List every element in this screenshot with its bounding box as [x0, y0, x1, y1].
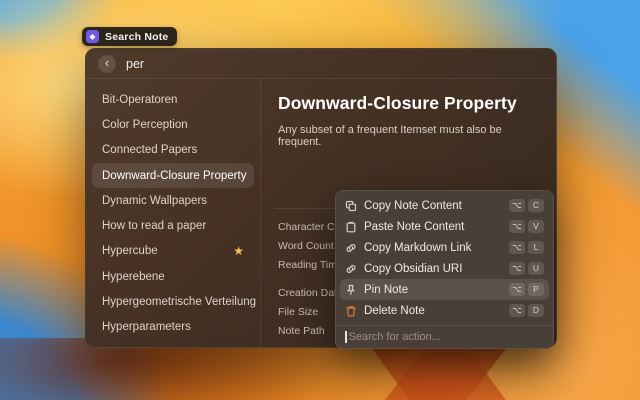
menu-item-label: Pin Note — [364, 284, 408, 296]
sidebar-item-hyperebene[interactable]: Hyperebene — [92, 264, 254, 289]
menu-item-label: Copy Markdown Link — [364, 242, 471, 254]
sidebar-item-label: Dynamic Wallpapers — [102, 195, 207, 207]
star-icon: ★ — [233, 245, 244, 257]
link-icon — [345, 263, 357, 275]
sidebar-item-bit-operatoren[interactable]: Bit-Operatoren — [92, 87, 254, 112]
sidebar-item-hyperparameters[interactable]: Hyperparameters — [92, 315, 254, 340]
action-search-input[interactable]: Search for action... — [336, 326, 553, 348]
sidebar-item-connected-papers[interactable]: Connected Papers — [92, 138, 254, 163]
action-search-placeholder: Search for action... — [349, 331, 441, 343]
clipboard-icon — [345, 221, 357, 233]
keycap-letter: U — [528, 262, 544, 275]
obsidian-icon: ◆ — [86, 30, 99, 43]
keycap-letter: C — [528, 199, 544, 212]
command-title-badge: ◆ Search Note — [82, 27, 177, 46]
shortcut-keys: ⌥ U — [509, 262, 544, 275]
notes-sidebar: Bit-Operatoren Color Perception Connecte… — [86, 79, 261, 348]
sidebar-item-label: Hypergeometrische Verteilung — [102, 296, 256, 308]
keycap-letter: L — [528, 241, 544, 254]
text-cursor — [345, 331, 347, 343]
menu-item-label: Copy Note Content — [364, 200, 462, 212]
menu-item-copy-obsidian-uri[interactable]: Copy Obsidian URI ⌥ U — [340, 258, 549, 279]
sidebar-item-how-to-read-a-paper[interactable]: How to read a paper — [92, 213, 254, 238]
sidebar-item-label: Connected Papers — [102, 144, 197, 156]
keycap-letter: P — [528, 283, 544, 296]
menu-item-copy-markdown-link[interactable]: Copy Markdown Link ⌥ L — [340, 237, 549, 258]
sidebar-item-label: Color Perception — [102, 119, 188, 131]
sidebar-item-dynamic-wallpapers[interactable]: Dynamic Wallpapers — [92, 188, 254, 213]
sidebar-item-downward-closure-property[interactable]: Downward-Closure Property — [92, 163, 254, 188]
search-bar: ‹ per — [86, 49, 556, 79]
action-menu-items: Copy Note Content ⌥ C Paste Note Content… — [336, 191, 553, 325]
search-input[interactable]: per — [126, 57, 144, 71]
keycap-option: ⌥ — [509, 199, 525, 212]
keycap-option: ⌥ — [509, 283, 525, 296]
shortcut-keys: ⌥ C — [509, 199, 544, 212]
sidebar-item-label: Hyperebene — [102, 271, 165, 283]
copy-icon — [345, 200, 357, 212]
keycap-option: ⌥ — [509, 220, 525, 233]
shortcut-keys: ⌥ V — [509, 220, 544, 233]
menu-item-paste-note-content[interactable]: Paste Note Content ⌥ V — [340, 216, 549, 237]
menu-item-label: Paste Note Content — [364, 221, 464, 233]
menu-item-copy-note-content[interactable]: Copy Note Content ⌥ C — [340, 195, 549, 216]
badge-label: Search Note — [105, 31, 168, 43]
menu-item-label: Copy Obsidian URI — [364, 263, 462, 275]
pin-icon — [345, 284, 357, 296]
sidebar-item-hypergeometrische-verteilung[interactable]: Hypergeometrische Verteilung — [92, 289, 254, 314]
sidebar-item-label: How to read a paper — [102, 220, 206, 232]
keycap-option: ⌥ — [509, 262, 525, 275]
sidebar-item-hypercube[interactable]: Hypercube ★ — [92, 239, 254, 264]
note-title: Downward-Closure Property — [278, 93, 538, 114]
link-icon — [345, 242, 357, 254]
action-menu: Copy Note Content ⌥ C Paste Note Content… — [335, 190, 554, 349]
sidebar-item-color-perception[interactable]: Color Perception — [92, 112, 254, 137]
keycap-letter: D — [528, 304, 544, 317]
keycap-letter: V — [528, 220, 544, 233]
shortcut-keys: ⌥ D — [509, 304, 544, 317]
sidebar-item-label: Downward-Closure Property — [102, 170, 246, 182]
menu-item-label: Delete Note — [364, 305, 425, 317]
back-button[interactable]: ‹ — [98, 55, 116, 73]
menu-item-pin-note[interactable]: Pin Note ⌥ P — [340, 279, 549, 300]
menu-item-delete-note[interactable]: Delete Note ⌥ D — [340, 300, 549, 321]
shortcut-keys: ⌥ L — [509, 241, 544, 254]
sidebar-item-label: Hyperparameters — [102, 321, 191, 333]
chevron-left-icon: ‹ — [105, 56, 109, 69]
keycap-option: ⌥ — [509, 304, 525, 317]
trash-icon — [345, 305, 357, 317]
sidebar-item-label: Bit-Operatoren — [102, 94, 177, 106]
sidebar-item-label: Hypercube — [102, 245, 158, 257]
shortcut-keys: ⌥ P — [509, 283, 544, 296]
keycap-option: ⌥ — [509, 241, 525, 254]
note-subtitle: Any subset of a frequent Itemset must al… — [278, 124, 538, 148]
